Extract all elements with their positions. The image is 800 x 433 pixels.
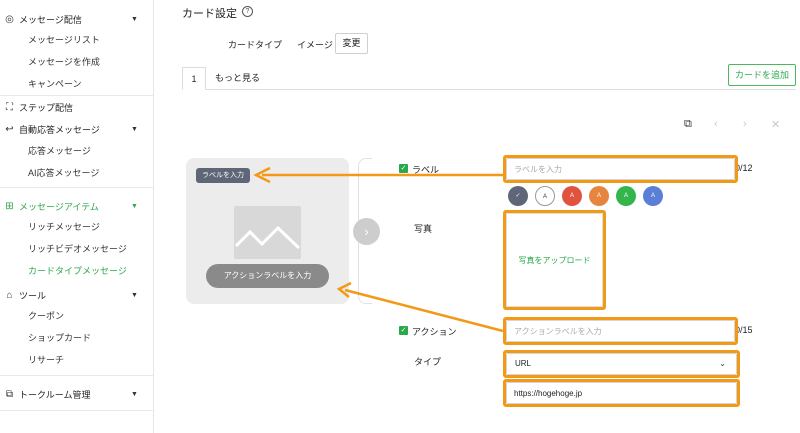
chevron-down-icon: ⌄ [719, 359, 726, 368]
store-icon: ⌂ [6, 289, 13, 301]
sidebar-item-message-list[interactable]: メッセージリスト [28, 32, 100, 48]
color-swatch-red[interactable]: A [562, 186, 582, 206]
sidebar-divider [0, 187, 154, 188]
sidebar-section-talkroom[interactable]: ⧉ トークルーム管理 ▼ [0, 383, 154, 405]
page-title: カード設定 [182, 8, 237, 20]
type-label: タイプ [414, 357, 442, 367]
tab-see-more[interactable]: もっと見る [215, 67, 260, 90]
help-icon[interactable]: ? [242, 6, 253, 17]
sidebar-item-create-message[interactable]: メッセージを作成 [28, 54, 100, 70]
change-card-type-button[interactable]: 変更 [335, 33, 368, 54]
image-placeholder-icon [234, 206, 301, 259]
sidebar-item-reply-message[interactable]: 応答メッセージ [28, 143, 91, 159]
label-field-label: ラベル [412, 165, 440, 175]
card-type-label: カードタイプ [228, 40, 283, 50]
action-counter: 0/15 [735, 325, 753, 335]
add-card-button[interactable]: カードを追加 [728, 64, 796, 86]
sidebar-item-rich-video[interactable]: リッチビデオメッセージ [28, 241, 127, 257]
sidebar-section-step[interactable]: ⛶ ステップ配信 [0, 96, 154, 118]
plus-square-icon: ⊞ [5, 200, 14, 212]
label-counter: 0/12 [735, 163, 753, 173]
color-swatch-orange[interactable]: A [589, 186, 609, 206]
sidebar-section-broadcast[interactable]: ◎ メッセージ配信 ▼ [0, 8, 154, 30]
chevron-left-icon[interactable]: ‹ [714, 118, 718, 130]
sidebar-section-tools[interactable]: ⌂ ツール ▼ [0, 284, 154, 306]
sidebar: ◎ メッセージ配信 ▼ メッセージリスト メッセージを作成 キャンペーン ⛶ ス… [0, 0, 154, 433]
sidebar-item-campaign[interactable]: キャンペーン [28, 76, 82, 92]
color-swatch-green[interactable]: A [616, 186, 636, 206]
sidebar-divider [0, 375, 154, 376]
reply-icon: ↩ [5, 123, 14, 135]
close-icon[interactable]: ✕ [771, 118, 780, 131]
preview-label-pill: ラベルを入力 [196, 168, 250, 183]
sidebar-item-rich-message[interactable]: リッチメッセージ [28, 219, 100, 235]
photo-upload-area[interactable]: 写真をアップロード [506, 213, 603, 307]
sidebar-item-card-type[interactable]: カードタイプメッセージ [28, 263, 127, 279]
chevron-right-icon[interactable]: › [743, 118, 747, 130]
sidebar-item-coupon[interactable]: クーポン [28, 308, 64, 324]
chevron-down-icon: ▼ [131, 15, 138, 23]
sidebar-section-auto-reply[interactable]: ↩ 自動応答メッセージ ▼ [0, 118, 154, 140]
action-type-select[interactable]: URL ⌄ [506, 353, 737, 375]
tabs-divider [182, 89, 796, 90]
copy-icon[interactable]: ⧉ [684, 118, 692, 131]
chevron-down-icon: ▼ [131, 202, 138, 210]
chevron-down-icon: ▼ [131, 390, 138, 398]
chevron-right-icon[interactable]: › [353, 218, 380, 245]
sidebar-item-ai-reply[interactable]: AI応答メッセージ [28, 165, 99, 181]
action-label-input[interactable]: アクションラベルを入力 [506, 320, 735, 342]
card-type-value: イメージ [297, 40, 333, 50]
step-icon: ⛶ [6, 101, 13, 113]
color-swatch-blue[interactable]: A [643, 186, 663, 206]
url-input[interactable]: https://hogehoge.jp [506, 382, 737, 404]
sidebar-section-message-items[interactable]: ⊞ メッセージアイテム ▼ [0, 195, 154, 217]
chevron-down-icon: ▼ [131, 291, 138, 299]
tab-card-1[interactable]: 1 [182, 67, 206, 90]
color-swatch-dark[interactable]: ✓ [508, 186, 528, 206]
room-icon: ⧉ [5, 388, 14, 400]
preview-action-pill: アクションラベルを入力 [206, 264, 329, 288]
chevron-down-icon: ▼ [131, 125, 138, 133]
label-checkbox[interactable]: ✓ [399, 164, 408, 173]
sidebar-item-research[interactable]: リサーチ [28, 352, 64, 368]
photo-label: 写真 [414, 224, 433, 234]
broadcast-icon: ◎ [5, 13, 14, 25]
action-checkbox[interactable]: ✓ [399, 326, 408, 335]
upload-photo-link[interactable]: 写真をアップロード [519, 255, 591, 266]
action-field-label: アクション [412, 327, 457, 337]
sidebar-item-shop-card[interactable]: ショップカード [28, 330, 91, 346]
label-input[interactable]: ラベルを入力 [506, 158, 735, 180]
color-swatch-white[interactable]: A [535, 186, 555, 206]
sidebar-divider [0, 410, 154, 411]
